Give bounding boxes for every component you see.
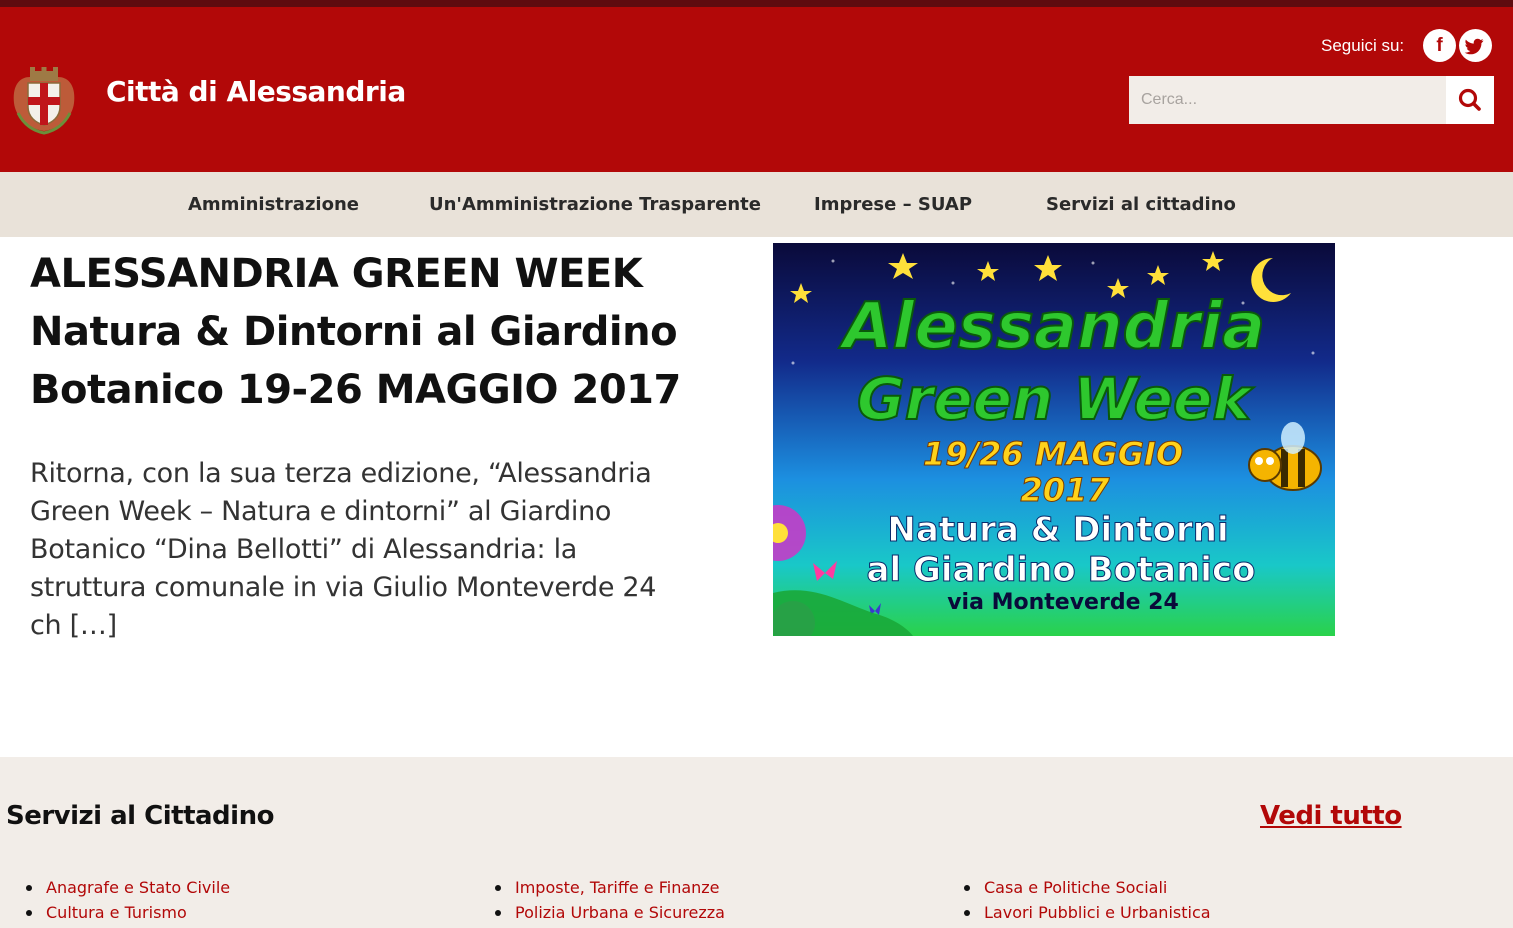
article-excerpt: Ritorna, con la sua terza edizione, “Ale… (30, 458, 657, 641)
banner-line-5: Natura & Dintorni (887, 510, 1228, 550)
services-list: Imposte, Tariffe e Finanze Polizia Urban… (495, 877, 725, 927)
main-nav: Amministrazione Un'Amministrazione Trasp… (0, 172, 1513, 237)
search-icon (1458, 88, 1481, 111)
site-title[interactable]: Città di Alessandria (106, 75, 406, 108)
site-header: Città di Alessandria Seguici su: f (0, 7, 1513, 172)
top-strip (0, 0, 1513, 7)
list-item[interactable]: Imposte, Tariffe e Finanze (495, 877, 725, 902)
banner-line-3: 19/26 MAGGIO (923, 435, 1183, 473)
list-item[interactable]: Lavori Pubblici e Urbanistica (964, 902, 1211, 927)
services-list: Casa e Politiche Sociali Lavori Pubblici… (964, 877, 1211, 927)
banner-line-7: via Monteverde 24 (947, 590, 1179, 615)
list-item[interactable]: Cultura e Turismo (26, 902, 230, 927)
list-item[interactable]: Casa e Politiche Sociali (964, 877, 1211, 902)
banner-line-1: Alessandria (838, 290, 1265, 364)
services-title: Servizi al Cittadino (6, 801, 274, 831)
see-all-link[interactable]: Vedi tutto (1260, 801, 1402, 831)
search-button[interactable] (1446, 76, 1494, 124)
follow-label: Seguici su: (1321, 36, 1405, 55)
services-section: Servizi al Cittadino Vedi tutto Anagrafe… (0, 757, 1513, 928)
banner-line-4: 2017 (1020, 471, 1110, 509)
search-input[interactable] (1129, 76, 1446, 124)
nav-item-servizi-cittadino[interactable]: Servizi al cittadino (1046, 194, 1236, 215)
article-title[interactable]: ALESSANDRIA GREEN WEEK Natura & Dintorni… (30, 245, 730, 419)
twitter-icon[interactable] (1459, 29, 1492, 62)
city-crest-icon[interactable] (8, 63, 80, 135)
facebook-icon[interactable]: f (1423, 29, 1456, 62)
list-item[interactable]: Polizia Urbana e Sicurezza (495, 902, 725, 927)
banner-line-6: al Giardino Botanico (867, 550, 1256, 590)
nav-item-amministrazione[interactable]: Amministrazione (188, 194, 359, 215)
nav-item-amministrazione-trasparente[interactable]: Un'Amministrazione Trasparente (429, 194, 761, 215)
banner-line-2: Green Week (857, 365, 1254, 433)
list-item[interactable]: Anagrafe e Stato Civile (26, 877, 230, 902)
services-list: Anagrafe e Stato Civile Cultura e Turism… (26, 877, 230, 927)
green-week-banner[interactable]: Alessandria Green Week 19/26 MAGGIO 2017… (773, 243, 1335, 636)
nav-item-imprese-suap[interactable]: Imprese – SUAP (814, 194, 972, 215)
